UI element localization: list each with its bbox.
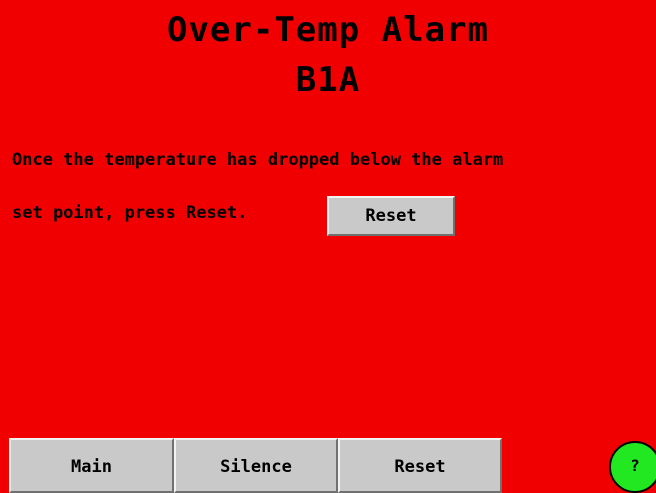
main-button[interactable]: Main [9, 438, 174, 493]
instruction-text-line1: Once the temperature has dropped below t… [12, 150, 504, 170]
bottom-reset-button[interactable]: Reset [338, 438, 502, 493]
reset-button[interactable]: Reset [327, 196, 455, 236]
silence-button[interactable]: Silence [174, 438, 338, 493]
page-title: Over-Temp Alarm [166, 10, 490, 50]
instruction-text-line2: set point, press Reset. [12, 203, 248, 223]
alarm-id: B1A [295, 60, 361, 100]
bottom-nav-bar: Main Silence Reset [0, 438, 656, 493]
alarm-screen: Over-Temp Alarm B1A Once the temperature… [0, 0, 656, 493]
help-icon[interactable]: ? [609, 441, 656, 493]
